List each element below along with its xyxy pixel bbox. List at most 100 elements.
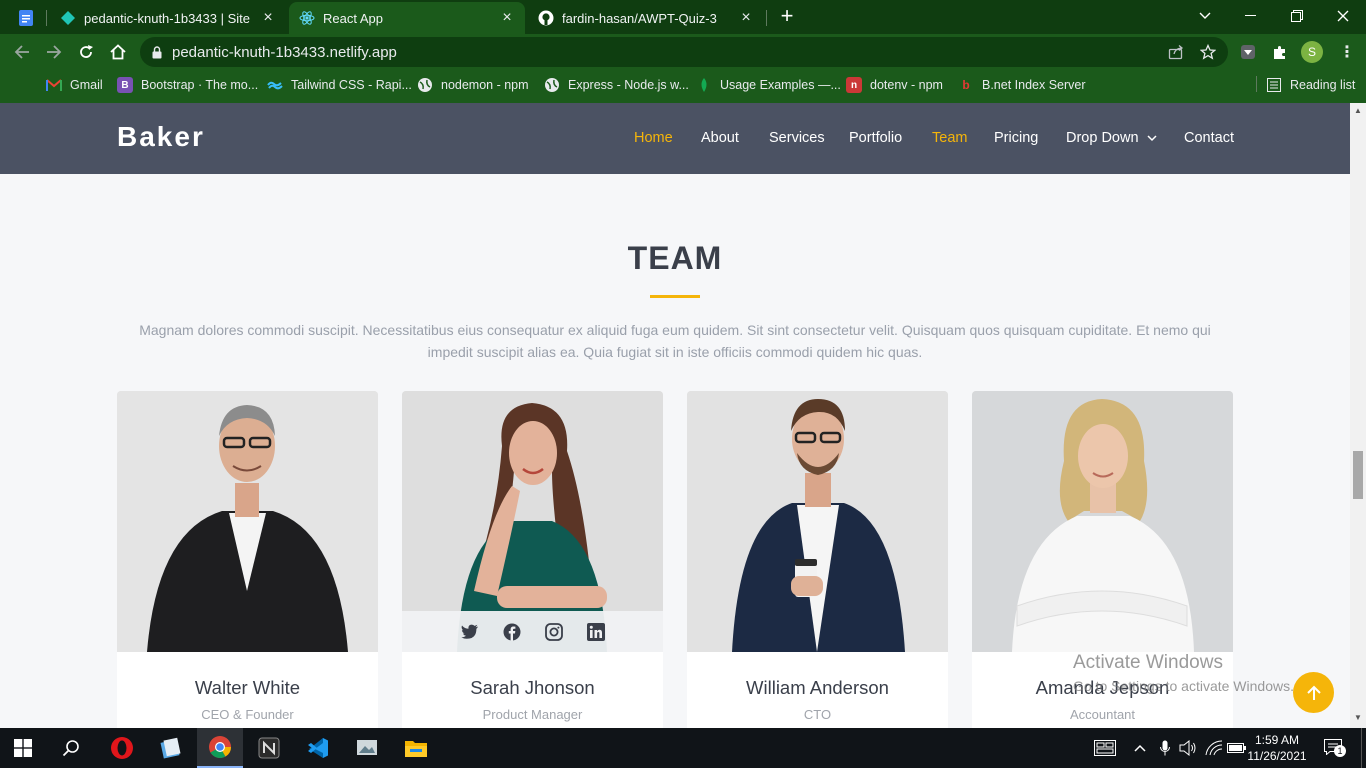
linkedin-icon[interactable] (585, 621, 607, 643)
bookmark-express[interactable]: Express - Node.js w... (544, 74, 689, 96)
nav-dropdown-label: Drop Down (1066, 130, 1139, 146)
arrow-up-icon (1306, 685, 1322, 701)
browser-toolbar: pedantic-knuth-1b3433.netlify.app S ⋮ (0, 34, 1366, 70)
file-explorer-icon[interactable] (393, 728, 439, 768)
bookmark-tailwind[interactable]: Tailwind CSS - Rapi... (267, 74, 412, 96)
member-role: CTO (803, 707, 832, 722)
bookmark-dotenv[interactable]: n dotenv - npm (846, 74, 943, 96)
social-links (402, 611, 663, 652)
nav-dropdown[interactable]: Drop Down (1066, 130, 1157, 146)
nav-about[interactable]: About (701, 130, 739, 146)
tab-title: React App (323, 10, 383, 26)
tab-site-overview[interactable]: pedantic-knuth-1b3433 | Site overview × (50, 2, 286, 34)
notion-icon[interactable] (246, 728, 292, 768)
docs-icon (18, 10, 34, 26)
react-icon (299, 10, 315, 26)
menu-kebab-icon[interactable]: ⋮ (1333, 38, 1361, 66)
lock-icon (152, 45, 162, 59)
member-photo (972, 391, 1233, 652)
nav-services[interactable]: Services (769, 130, 825, 146)
microphone-icon[interactable] (1155, 728, 1175, 768)
page-scrollbar[interactable]: ▲ ▼ (1350, 103, 1366, 728)
member-photo (117, 391, 378, 652)
tab-list-button[interactable] (1182, 0, 1228, 32)
back-button[interactable] (8, 38, 36, 66)
tab-github[interactable]: fardin-hasan/AWPT-Quiz-3 × (528, 2, 764, 34)
close-icon[interactable]: × (499, 9, 515, 27)
scroll-thumb[interactable] (1353, 451, 1363, 499)
speaker-icon[interactable] (1178, 728, 1198, 768)
notification-center[interactable]: 1 (1318, 728, 1350, 768)
show-desktop-button[interactable] (1361, 728, 1366, 768)
chrome-icon[interactable] (197, 728, 243, 768)
start-button[interactable] (0, 728, 46, 768)
back-to-top-button[interactable] (1293, 672, 1334, 713)
clock-time: 1:59 AM (1254, 733, 1300, 747)
bookmark-label: B.net Index Server (982, 78, 1086, 92)
member-name: Sarah Jhonson (470, 677, 595, 698)
bookmark-bootstrap[interactable]: B Bootstrap · The mo... (117, 74, 258, 96)
facebook-icon[interactable] (501, 621, 523, 643)
opera-icon[interactable] (99, 728, 145, 768)
bookmark-gmail[interactable]: Gmail (46, 74, 103, 96)
profile-avatar[interactable]: S (1301, 41, 1323, 63)
bookmark-mongodb[interactable]: Usage Examples —... (696, 74, 841, 96)
tab-react-app[interactable]: React App × (289, 2, 525, 34)
extensions-puzzle-icon[interactable] (1266, 38, 1294, 66)
globe-icon (417, 77, 433, 93)
tab-search-button[interactable] (8, 2, 38, 34)
activate-windows-watermark: Activate Windows Go to Settings to activ… (1073, 652, 1294, 694)
scroll-up-icon[interactable]: ▲ (1354, 106, 1362, 115)
taskbar-clock[interactable]: 1:59 AM 11/26/2021 (1246, 732, 1308, 764)
bookmark-star-icon[interactable] (1194, 38, 1222, 66)
close-icon[interactable]: × (260, 9, 276, 27)
title-underline (650, 295, 700, 298)
nav-contact[interactable]: Contact (1184, 130, 1234, 146)
browser-chrome: pedantic-knuth-1b3433 | Site overview × … (0, 0, 1366, 103)
battery-icon[interactable] (1226, 728, 1248, 768)
forward-button[interactable] (40, 38, 68, 66)
tab-title: fardin-hasan/AWPT-Quiz-3 (562, 10, 717, 26)
tailwind-icon (267, 77, 283, 93)
address-bar[interactable]: pedantic-knuth-1b3433.netlify.app (140, 37, 1228, 67)
nav-home[interactable]: Home (634, 130, 673, 146)
download-extension-icon[interactable] (1234, 38, 1262, 66)
photo-viewer-icon[interactable] (344, 728, 390, 768)
minimize-button[interactable] (1228, 0, 1274, 32)
twitter-icon[interactable] (459, 621, 481, 643)
bookmark-bnet[interactable]: b B.net Index Server (958, 74, 1086, 96)
close-icon[interactable]: × (738, 9, 754, 27)
home-button[interactable] (104, 38, 132, 66)
watermark-subtitle: Go to Settings to activate Windows. (1073, 678, 1294, 694)
brand-logo[interactable]: Baker (117, 121, 205, 153)
bookmark-label: Usage Examples —... (720, 78, 841, 92)
wifi-icon[interactable] (1203, 728, 1225, 768)
member-photo (687, 391, 948, 652)
restore-button[interactable] (1274, 0, 1320, 32)
close-window-button[interactable] (1320, 0, 1366, 32)
notification-icon: 1 (1324, 739, 1346, 757)
url-text: pedantic-knuth-1b3433.netlify.app (172, 43, 397, 61)
new-tab-button[interactable]: + (764, 0, 810, 32)
bookmark-label: Gmail (70, 78, 103, 92)
notepad-icon[interactable] (148, 728, 194, 768)
reading-list-button[interactable]: Reading list (1266, 74, 1355, 96)
bookmarks-bar: Gmail B Bootstrap · The mo... Tailwind C… (0, 70, 1366, 99)
nav-team[interactable]: Team (932, 130, 967, 146)
notification-count: 1 (1334, 745, 1346, 757)
nav-portfolio[interactable]: Portfolio (849, 130, 902, 146)
nav-pricing[interactable]: Pricing (994, 130, 1038, 146)
scroll-down-icon[interactable]: ▼ (1354, 713, 1362, 722)
vscode-icon[interactable] (295, 728, 341, 768)
section-description: Magnam dolores commodi suscipit. Necessi… (139, 322, 1211, 360)
network-display-icon[interactable] (1090, 728, 1120, 768)
share-icon[interactable] (1162, 38, 1190, 66)
netlify-icon (60, 10, 76, 26)
instagram-icon[interactable] (543, 621, 565, 643)
reload-button[interactable] (72, 38, 100, 66)
chevron-up-icon[interactable] (1130, 728, 1150, 768)
bookmark-nodemon[interactable]: nodemon - npm (417, 74, 529, 96)
search-icon[interactable] (48, 728, 94, 768)
bookmark-label: Bootstrap · The mo... (141, 78, 259, 92)
bookmark-separator (1256, 76, 1257, 92)
